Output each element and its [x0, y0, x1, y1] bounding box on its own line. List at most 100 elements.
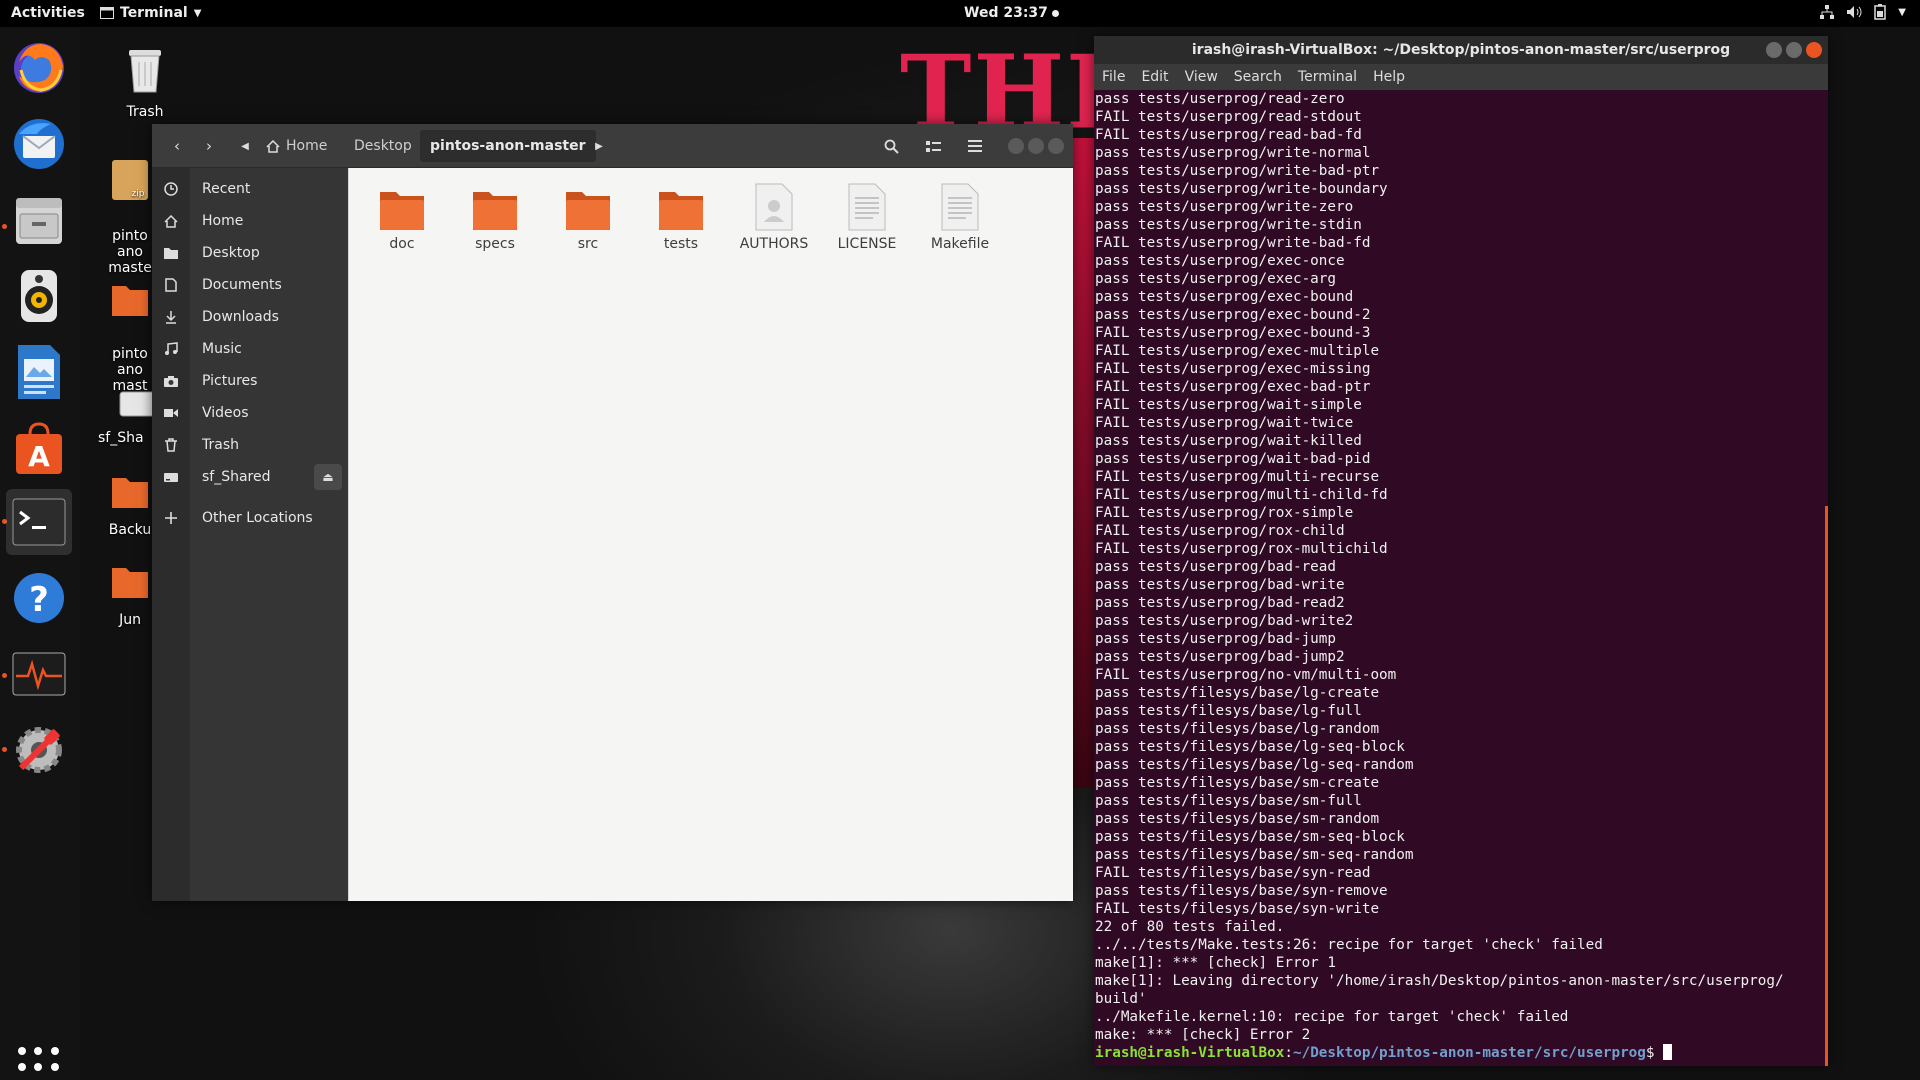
desktop-icon-trash[interactable]: Trash — [105, 46, 185, 120]
writer-launcher[interactable] — [6, 339, 72, 405]
menu-button[interactable] — [960, 132, 990, 160]
breadcrumb-home[interactable]: Home — [256, 130, 337, 162]
terminal-line: FAIL tests/userprog/exec-bad-ptr — [1095, 379, 1371, 395]
eject-button[interactable]: ⏏ — [314, 464, 342, 490]
terminal-scrollbar[interactable] — [1825, 506, 1828, 1066]
minimize-button[interactable] — [1766, 42, 1782, 58]
close-button[interactable] — [1806, 42, 1822, 58]
settings-launcher[interactable] — [6, 717, 72, 783]
chevron-right-icon: › — [206, 137, 212, 155]
app-menu[interactable]: Terminal ▼ — [100, 5, 201, 21]
prompt-path: ~/Desktop/pintos-anon-master/src/userpro… — [1292, 1045, 1646, 1061]
firefox-launcher[interactable] — [6, 35, 72, 101]
sidebar-item-other-locations[interactable]: Other Locations — [152, 503, 348, 533]
back-button[interactable]: ‹ — [162, 132, 192, 160]
file-item-license[interactable]: LICENSE — [824, 176, 910, 252]
desktop-icon-junk[interactable]: Jun — [100, 562, 160, 628]
system-tray[interactable]: ▼ — [1820, 4, 1906, 20]
clock[interactable]: Wed 23:37 — [964, 5, 1059, 21]
menu-edit[interactable]: Edit — [1141, 69, 1168, 85]
desktop-icon-label: Trash — [126, 104, 164, 120]
terminal-line: pass tests/filesys/base/lg-full — [1095, 703, 1362, 719]
camera-icon — [164, 376, 178, 387]
terminal-titlebar[interactable]: irash@irash-VirtualBox: ~/Desktop/pintos… — [1094, 36, 1828, 64]
terminal-line: pass tests/userprog/write-zero — [1095, 199, 1354, 215]
file-item-authors[interactable]: AUTHORS — [731, 176, 817, 252]
folder-icon — [659, 192, 703, 230]
places-sidebar: Recent Home Desktop Documents Downloads … — [152, 168, 348, 901]
app-menu-label: Terminal — [120, 5, 188, 21]
hamburger-menu-icon — [968, 140, 982, 152]
help-launcher[interactable]: ? — [6, 565, 72, 631]
breadcrumb-desktop[interactable]: Desktop — [344, 130, 422, 162]
terminal-line: pass tests/userprog/write-normal — [1095, 145, 1371, 161]
software-launcher[interactable]: A — [6, 415, 72, 481]
sidebar-item-recent[interactable]: Recent — [152, 174, 348, 204]
sidebar-item-music[interactable]: Music — [152, 334, 348, 364]
document-writer-icon — [18, 345, 60, 399]
music-icon — [165, 342, 178, 355]
prompt-symbol: $ — [1645, 1045, 1664, 1061]
sidebar-item-documents[interactable]: Documents — [152, 270, 348, 300]
sidebar-item-trash[interactable]: Trash — [152, 430, 348, 460]
thunderbird-icon — [14, 119, 64, 169]
sidebar-item-home[interactable]: Home — [152, 206, 348, 236]
desktop-icon-backup[interactable]: Backu — [100, 472, 160, 538]
rhythmbox-launcher[interactable] — [6, 263, 72, 329]
menu-file[interactable]: File — [1102, 69, 1125, 85]
software-center-icon: A — [16, 422, 62, 474]
terminal-line: FAIL tests/userprog/wait-simple — [1095, 397, 1362, 413]
close-button[interactable] — [1048, 138, 1064, 154]
thunderbird-launcher[interactable] — [6, 111, 72, 177]
activities-button[interactable]: Activities — [11, 5, 85, 21]
svg-text:?: ? — [29, 580, 49, 620]
file-item-src[interactable]: src — [545, 176, 631, 252]
minimize-button[interactable] — [1008, 138, 1024, 154]
sidebar-item-label: Pictures — [202, 373, 258, 389]
maximize-button[interactable] — [1028, 138, 1044, 154]
sidebar-item-desktop[interactable]: Desktop — [152, 238, 348, 268]
terminal-output[interactable]: pass tests/userprog/read-zero FAIL tests/… — [1094, 90, 1828, 1066]
search-button[interactable] — [876, 132, 906, 160]
menu-terminal[interactable]: Terminal — [1298, 69, 1357, 85]
terminal-line: FAIL tests/userprog/read-stdout — [1095, 109, 1362, 125]
terminal-line: pass tests/userprog/bad-write2 — [1095, 613, 1354, 629]
view-toggle-button[interactable] — [918, 132, 948, 160]
system-monitor-launcher[interactable] — [6, 641, 72, 707]
file-item-doc[interactable]: doc — [359, 176, 445, 252]
sidebar-item-videos[interactable]: Videos — [152, 398, 348, 428]
maximize-button[interactable] — [1786, 42, 1802, 58]
breadcrumb-scroll-left[interactable]: ◀ — [234, 132, 256, 160]
menu-view[interactable]: View — [1185, 69, 1218, 85]
network-icon — [1820, 5, 1835, 19]
files-launcher[interactable] — [6, 187, 72, 253]
sidebar-item-pictures[interactable]: Pictures — [152, 366, 348, 396]
archive-icon: zip — [112, 160, 148, 200]
file-cabinet-icon — [16, 198, 62, 244]
terminal-prompt: irash@irash-VirtualBox:~/Desktop/pintos-… — [1095, 1044, 1828, 1062]
file-item-specs[interactable]: specs — [452, 176, 538, 252]
file-item-label: Makefile — [930, 236, 990, 252]
breadcrumb-label: Desktop — [354, 138, 412, 154]
folder-icon — [380, 192, 424, 230]
breadcrumb-scroll-right[interactable]: ▶ — [588, 132, 610, 160]
search-icon — [884, 139, 899, 154]
chevron-down-icon: ▼ — [193, 7, 202, 19]
show-applications-button[interactable] — [18, 1047, 60, 1080]
terminal-launcher[interactable] — [6, 489, 72, 555]
forward-button[interactable]: › — [194, 132, 224, 160]
sidebar-item-downloads[interactable]: Downloads — [152, 302, 348, 332]
terminal-line: pass tests/userprog/bad-jump2 — [1095, 649, 1345, 665]
sidebar-item-label: Recent — [202, 181, 251, 197]
terminal-line: pass tests/userprog/exec-once — [1095, 253, 1345, 269]
file-item-makefile[interactable]: Makefile — [917, 176, 1003, 252]
home-icon — [266, 139, 280, 153]
menu-help[interactable]: Help — [1373, 69, 1405, 85]
sidebar-item-sf-shared[interactable]: sf_Shared ⏏ — [152, 462, 348, 492]
file-item-tests[interactable]: tests — [638, 176, 724, 252]
terminal-menubar: File Edit View Search Terminal Help — [1094, 64, 1828, 90]
menu-search[interactable]: Search — [1234, 69, 1282, 85]
sidebar-item-label: Videos — [202, 405, 249, 421]
breadcrumb-current[interactable]: pintos-anon-master — [420, 130, 596, 162]
desktop-icon-sf-shared[interactable]: sf_Sha — [98, 384, 160, 446]
